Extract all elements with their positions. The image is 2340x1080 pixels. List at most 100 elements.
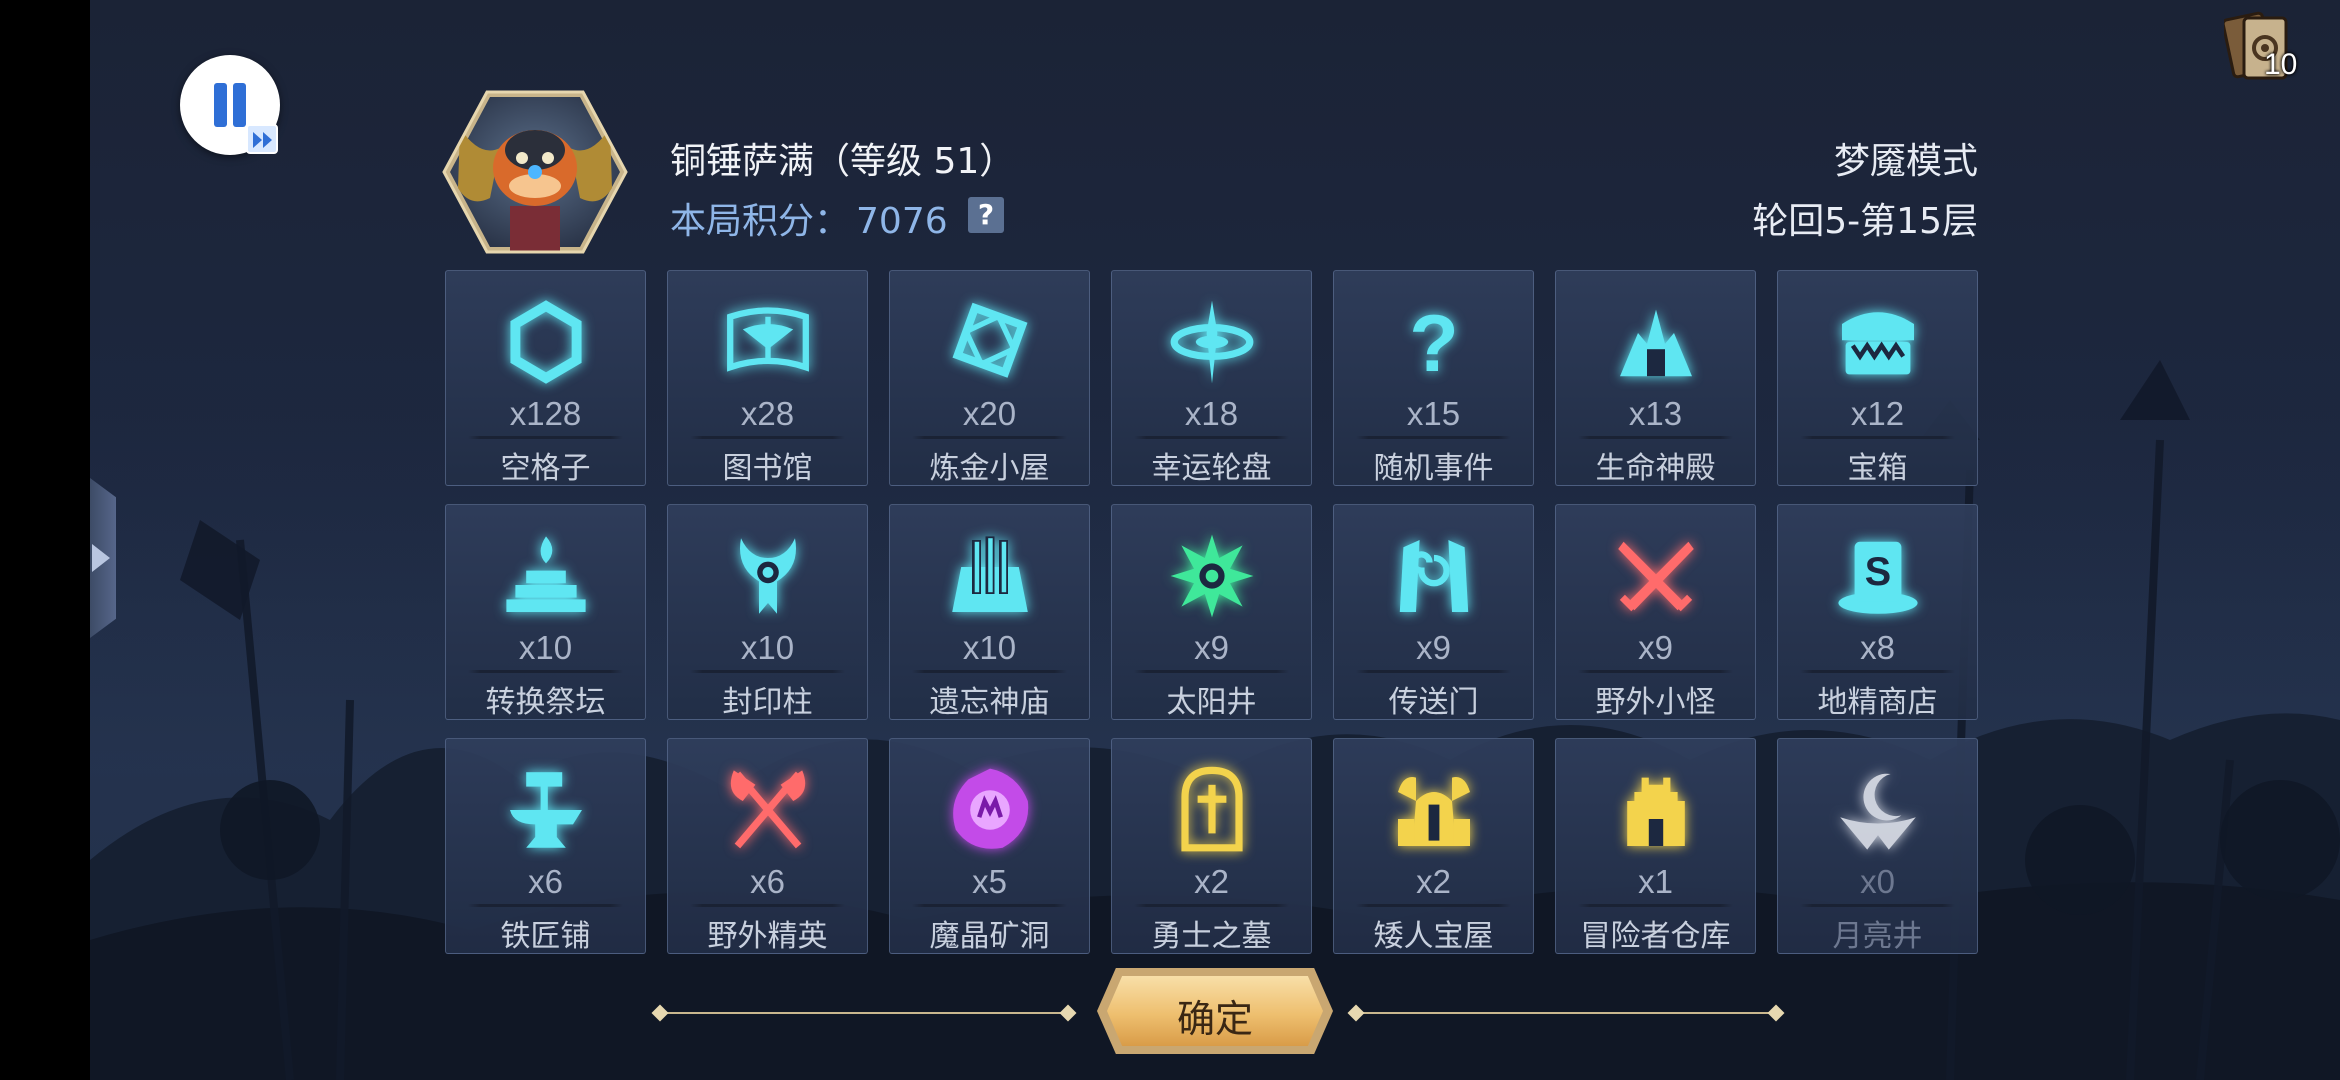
tile-name: 月亮井 [1832, 919, 1923, 954]
pause-icon-bar [233, 83, 246, 127]
tile-count: x5 [972, 863, 1007, 900]
map-tile-card[interactable]: x10 封印柱 [667, 504, 868, 720]
map-tile-card[interactable]: Sx8 地精商店 [1777, 504, 1978, 720]
svg-text:?: ? [1409, 299, 1458, 387]
tile-count: x13 [1628, 395, 1683, 432]
tile-divider [690, 904, 845, 907]
tile-divider [1134, 904, 1289, 907]
map-tile-card[interactable]: x6 野外精英 [667, 738, 868, 954]
tile-count: x9 [1416, 629, 1451, 666]
map-tile-card[interactable]: x10 转换祭坛 [445, 504, 646, 720]
tile-divider [1356, 670, 1511, 673]
tile-count: x9 [1638, 629, 1673, 666]
tile-name: 勇士之墓 [1151, 919, 1272, 954]
tile-name: 魔晶矿洞 [929, 919, 1050, 954]
life-temple-icon [1620, 309, 1692, 377]
confirm-label: 确定 [1176, 997, 1253, 1041]
tile-name: 宝箱 [1847, 451, 1908, 486]
lucky-wheel-icon [1170, 300, 1254, 384]
left-black-bar [0, 0, 90, 1080]
map-tile-card[interactable]: x128 空格子 [445, 270, 646, 486]
hero-name-level: 铜锤萨满（等级 51） [670, 141, 1016, 182]
map-tile-card[interactable]: x9 太阳井 [1111, 504, 1312, 720]
conversion-altar-icon [506, 536, 586, 612]
difficulty-mode: 梦魇模式 [1833, 141, 1978, 182]
map-tile-card[interactable]: x20 炼金小屋 [889, 270, 1090, 486]
tile-divider [1578, 904, 1733, 907]
tile-divider [1134, 436, 1289, 439]
tile-divider [1800, 436, 1955, 439]
map-tile-card[interactable]: x9 传送门 [1333, 504, 1534, 720]
tile-divider [912, 436, 1067, 439]
tile-divider [468, 670, 623, 673]
tile-count: x8 [1860, 629, 1895, 666]
fast-forward-icon [253, 132, 272, 148]
tile-count: x9 [1194, 629, 1229, 666]
tile-divider [1356, 436, 1511, 439]
tile-count: x6 [528, 863, 563, 900]
divider-line-left [658, 1012, 1068, 1014]
tile-name: 随机事件 [1373, 451, 1494, 486]
tile-divider [1356, 904, 1511, 907]
map-tile-card[interactable]: x18 幸运轮盘 [1111, 270, 1312, 486]
tile-count: x128 [509, 395, 582, 432]
tile-name: 传送门 [1388, 685, 1479, 720]
map-tile-card[interactable]: x1 冒险者仓库 [1555, 738, 1756, 954]
score-value: 7076 [856, 201, 948, 242]
map-tile-card[interactable]: x13 生命神殿 [1555, 270, 1756, 486]
divider-diamond [651, 1004, 669, 1022]
tile-divider [1578, 670, 1733, 673]
crossed-swords-icon [1618, 541, 1694, 612]
divider-line-right [1356, 1012, 1776, 1014]
treasure-chest-icon [1842, 312, 1914, 375]
divider-diamond [1767, 1004, 1785, 1022]
tile-name: 空格子 [500, 451, 591, 486]
map-tile-card[interactable]: x2 矮人宝屋 [1333, 738, 1534, 954]
tile-name: 铁匠铺 [500, 919, 591, 954]
map-tile-card[interactable]: x6 铁匠铺 [445, 738, 646, 954]
tile-count: x2 [1416, 863, 1451, 900]
pause-icon [214, 83, 227, 127]
tile-count: x18 [1184, 395, 1239, 432]
tombstone-icon [1181, 766, 1243, 852]
map-tile-card[interactable]: ? x15 随机事件 [1333, 270, 1534, 486]
map-tile-card[interactable]: x5 魔晶矿洞 [889, 738, 1090, 954]
tile-divider [468, 904, 623, 907]
magic-crystal-icon [953, 768, 1029, 849]
tile-name: 野外小怪 [1595, 685, 1716, 720]
tile-name: 矮人宝屋 [1373, 919, 1494, 954]
fast-forward-button[interactable] [246, 124, 278, 154]
map-tile-card[interactable]: x10 遗忘神庙 [889, 504, 1090, 720]
map-tile-card[interactable]: x2 勇士之墓 [1111, 738, 1312, 954]
score-help-button[interactable]: ? [968, 197, 1004, 233]
tile-divider [1134, 670, 1289, 673]
cycle-floor-label: 轮回5-第15层 [1752, 201, 1978, 242]
question-mark-icon: ? [1409, 299, 1458, 387]
map-tile-card[interactable]: x9 野外小怪 [1555, 504, 1756, 720]
score-row: 本局积分： 7076 [670, 192, 948, 244]
tile-name: 太阳井 [1166, 685, 1257, 720]
map-tile-card[interactable]: x28 图书馆 [667, 270, 868, 486]
tile-count: x28 [740, 395, 795, 432]
portal-icon [1399, 540, 1469, 612]
tile-count: x2 [1194, 863, 1229, 900]
map-tile-card[interactable]: x0 月亮井 [1777, 738, 1978, 954]
tile-divider [912, 904, 1067, 907]
tile-name: 炼金小屋 [929, 451, 1050, 486]
map-tile-card[interactable]: x12 宝箱 [1777, 270, 1978, 486]
tile-divider [1800, 670, 1955, 673]
map-tile-summary-grid: x128 空格子 x28 图书馆 x20 炼金小屋 x18 幸运轮盘? x15 随机事件 x13 生命… [445, 270, 1978, 954]
tile-name: 冒险者仓库 [1580, 919, 1731, 954]
seal-pillar-icon [739, 538, 797, 614]
tile-divider [690, 436, 845, 439]
chevron-right-icon [92, 544, 110, 572]
score-label: 本局积分： [670, 201, 851, 242]
tile-name: 转换祭坛 [485, 685, 606, 720]
confirm-button[interactable]: 确定 [1097, 968, 1333, 1054]
tile-count: x10 [962, 629, 1017, 666]
side-drawer-tab[interactable] [90, 478, 116, 638]
tile-name: 野外精英 [707, 919, 828, 954]
tile-divider [1578, 436, 1733, 439]
crossed-axes-icon [730, 770, 806, 849]
tile-name: 封印柱 [722, 685, 813, 720]
